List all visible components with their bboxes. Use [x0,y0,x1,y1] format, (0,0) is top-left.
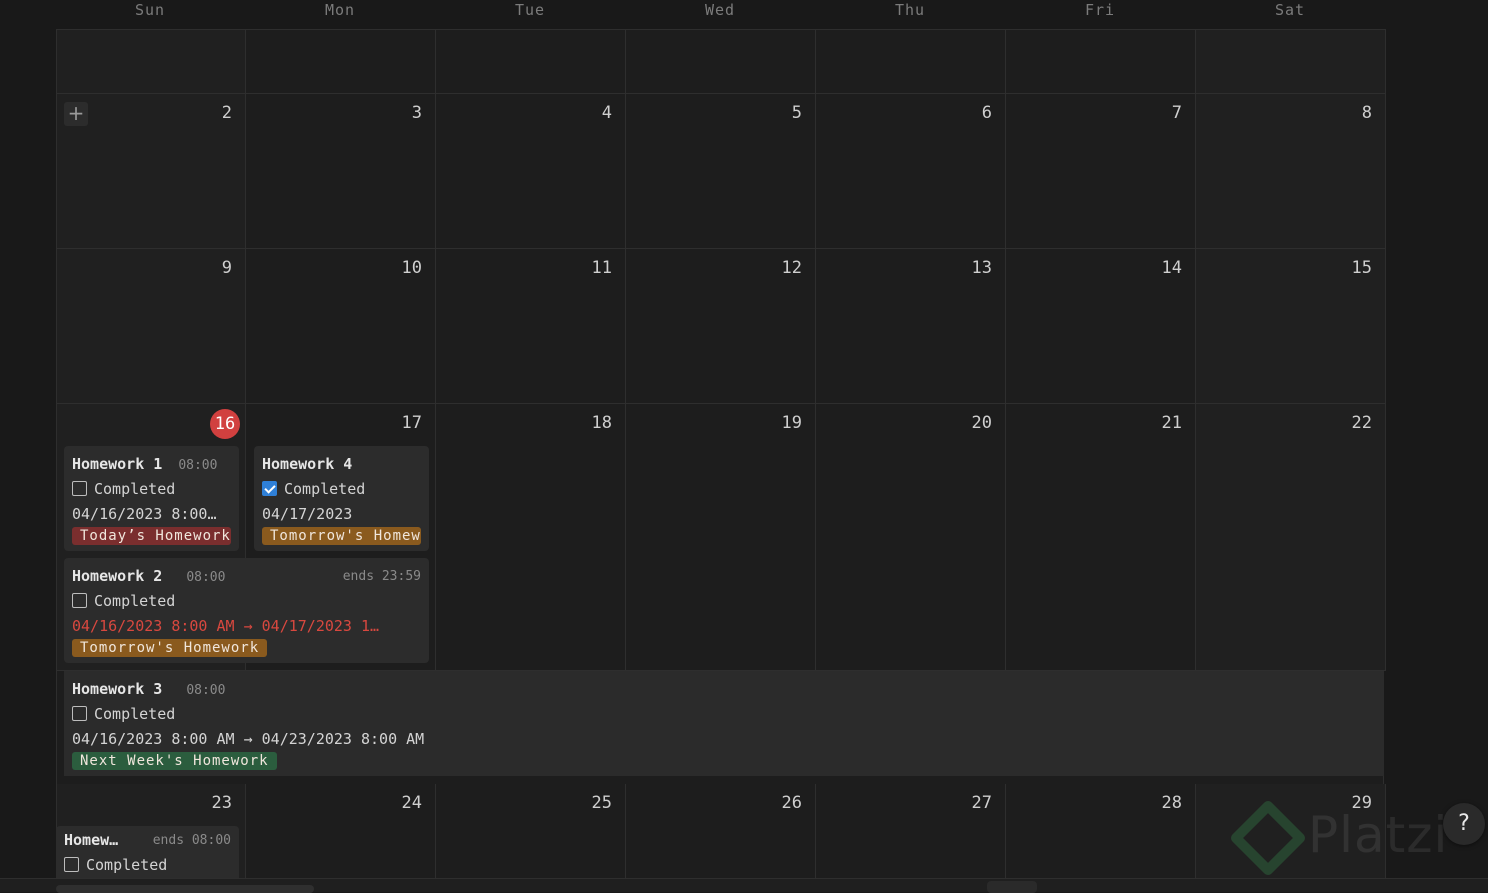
day-number: 7 [1171,103,1182,123]
day-number: 21 [1161,413,1182,433]
event-tag: Today’s Homework [72,527,231,545]
weekday-mon: Mon [324,1,356,19]
day-cell[interactable] [436,404,626,671]
day-number: 28 [1161,793,1182,813]
day-number: 2 [221,103,232,123]
day-number: 18 [591,413,612,433]
day-number: 3 [411,103,422,123]
event-date: 04/17/2023 [262,505,353,523]
day-cell[interactable] [816,29,1006,94]
day-number: 20 [971,413,992,433]
checkbox-label: Completed [86,856,168,874]
day-number: 12 [781,258,802,278]
day-number: 4 [601,103,612,123]
day-cell[interactable] [246,29,436,94]
day-number: 14 [1161,258,1182,278]
event-card-homework-1[interactable]: Homework 1 08:00 Completed 04/16/2023 8:0… [64,446,239,551]
event-time: 08:00 [186,683,226,698]
weekday-sat: Sat [1274,1,1306,19]
day-cell[interactable] [1196,29,1386,94]
day-cell[interactable] [1006,404,1196,671]
event-card-homework-3[interactable]: Homework 3 08:00 Completed 04/16/2023 8:0… [64,671,1384,776]
event-title: Homework 4 [262,455,353,473]
scrollbar-control[interactable] [987,881,1037,893]
day-cell[interactable] [1196,404,1386,671]
checkbox-label: Completed [94,592,176,610]
completed-checkbox[interactable] [72,481,87,496]
event-tag: Tomorrow's Homework [262,527,421,545]
watermark-text: Platzi [1308,806,1449,864]
event-card-next-week[interactable]: Homew… ends 08:00 Completed [56,826,239,886]
day-number: 10 [401,258,422,278]
event-title: Homew… [64,831,119,849]
day-number: 8 [1361,103,1372,123]
day-cell[interactable] [816,404,1006,671]
day-number: 23 [211,793,232,813]
event-title: Homework 1 [72,455,163,473]
add-event-button[interactable]: + [64,102,88,126]
checkbox-label: Completed [94,480,176,498]
day-cell[interactable] [1006,29,1196,94]
weekday-fri: Fri [1084,1,1116,19]
weekday-tue: Tue [514,1,546,19]
today-badge: 16 [210,409,240,439]
day-number: 9 [221,258,232,278]
checkbox-label: Completed [94,705,176,723]
day-number: 13 [971,258,992,278]
day-number: 11 [591,258,612,278]
event-date-range: 04/16/2023 8:00 AM → 04/23/2023 8:00 AM [72,730,425,748]
completed-checkbox[interactable] [64,857,79,872]
completed-checkbox[interactable] [72,706,87,721]
day-number: 19 [781,413,802,433]
event-tag: Next Week's Homework [72,752,277,770]
day-cell[interactable] [626,29,816,94]
event-card-homework-2[interactable]: Homework 2 08:00 ends 23:59 Completed 04/1… [64,558,429,663]
weekday-wed: Wed [704,1,736,19]
event-title: Homework 2 [72,567,163,585]
day-number: 22 [1351,413,1372,433]
event-time: 08:00 [178,458,218,473]
scrollbar-thumb[interactable] [56,885,314,893]
help-button[interactable]: ? [1443,803,1485,845]
day-number: 6 [981,103,992,123]
day-number: 5 [791,103,802,123]
weekday-thu: Thu [894,1,926,19]
event-card-homework-4[interactable]: Homework 4 Completed 04/17/2023 Tomorrow… [254,446,429,551]
event-time: 08:00 [186,570,226,585]
day-cell[interactable] [626,404,816,671]
day-cell[interactable] [56,29,246,94]
day-number: 15 [1351,258,1372,278]
event-ends: ends 23:59 [342,569,421,584]
day-number: 27 [971,793,992,813]
day-number: 24 [401,793,422,813]
day-number: 17 [401,413,422,433]
weekday-sun: Sun [134,1,166,19]
completed-checkbox[interactable] [72,593,87,608]
day-cell[interactable] [436,29,626,94]
day-number: 25 [591,793,612,813]
event-date: 04/16/2023 8:00… [72,505,217,523]
event-date-range: 04/16/2023 8:00 AM → 04/17/2023 1… [72,617,380,635]
checkbox-label: Completed [284,480,366,498]
completed-checkbox[interactable] [262,481,277,496]
event-ends: ends 08:00 [152,833,231,848]
event-tag: Tomorrow's Homework [72,639,268,657]
event-title: Homework 3 [72,680,163,698]
day-number: 26 [781,793,802,813]
